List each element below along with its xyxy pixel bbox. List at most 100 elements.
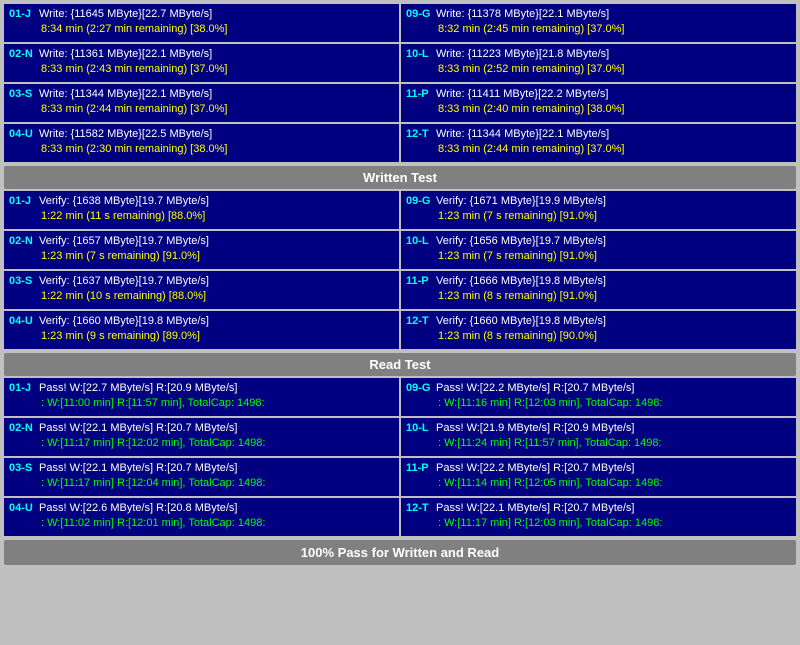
verify-10l: 10-L Verify: {1656 MByte}[19.7 MByte/s] … xyxy=(401,231,796,269)
pass-10l-line1: Pass! W:[21.9 MByte/s] R:[20.9 MByte/s] xyxy=(436,421,634,436)
verify-09g-line2: 1:23 min (7 s remaining) [91.0%] xyxy=(406,209,791,224)
verify-10l-line1: Verify: {1656 MByte}[19.7 MByte/s] xyxy=(436,234,606,249)
verify-03s-line1: Verify: {1637 MByte}[19.7 MByte/s] xyxy=(39,274,209,289)
verify-left-03s: 03-S Verify: {1637 MByte}[19.7 MByte/s] … xyxy=(4,271,399,309)
write-02n-line1: Write: {11361 MByte}[22.1 MByte/s] xyxy=(39,47,212,62)
verify-12t: 12-T Verify: {1660 MByte}[19.8 MByte/s] … xyxy=(401,311,796,349)
write-right-10l: 10-L Write: {11223 MByte}[21.8 MByte/s] … xyxy=(401,44,796,82)
pass-11p: 11-P Pass! W:[22.2 MByte/s] R:[20.7 MByt… xyxy=(401,458,796,496)
pass-left-04u: 04-U Pass! W:[22.6 MByte/s] R:[20.8 MByt… xyxy=(4,498,399,536)
device-p02n-label: 02-N xyxy=(9,421,39,436)
device-02n-label: 02-N xyxy=(9,47,39,62)
write-10l-line2: 8:33 min (2:52 min remaining) [37.0%] xyxy=(406,62,791,77)
write-01j-line2: 8:34 min (2:27 min remaining) [38.0%] xyxy=(9,22,394,37)
pass-02n-line1: Pass! W:[22.1 MByte/s] R:[20.7 MByte/s] xyxy=(39,421,237,436)
pass-left-03s: 03-S Pass! W:[22.1 MByte/s] R:[20.7 MByt… xyxy=(4,458,399,496)
write-04u-line2: 8:33 min (2:30 min remaining) [38.0%] xyxy=(9,142,394,157)
write-01j-line1: Write: {11645 MByte}[22.7 MByte/s] xyxy=(39,7,212,22)
write-04u: 04-U Write: {11582 MByte}[22.5 MByte/s] … xyxy=(4,124,399,162)
write-left-col: 01-J Write: {11645 MByte}[22.7 MByte/s] … xyxy=(4,4,399,42)
verify-10l-line2: 1:23 min (7 s remaining) [91.0%] xyxy=(406,249,791,264)
write-09g: 09-G Write: {11378 MByte}[22.1 MByte/s] … xyxy=(401,4,796,42)
device-04u-label: 04-U xyxy=(9,127,39,142)
pass-03s: 03-S Pass! W:[22.1 MByte/s] R:[20.7 MByt… xyxy=(4,458,399,496)
verify-02n-line2: 1:23 min (7 s remaining) [91.0%] xyxy=(9,249,394,264)
device-v11p-label: 11-P xyxy=(406,274,436,289)
write-11p: 11-P Write: {11411 MByte}[22.2 MByte/s] … xyxy=(401,84,796,122)
write-03s-line1: Write: {11344 MByte}[22.1 MByte/s] xyxy=(39,87,212,102)
verify-04u-line2: 1:23 min (9 s remaining) [89.0%] xyxy=(9,329,394,344)
device-01j-label: 01-J xyxy=(9,7,39,22)
device-p10l-label: 10-L xyxy=(406,421,436,436)
verify-left-01j: 01-J Verify: {1638 MByte}[19.7 MByte/s] … xyxy=(4,191,399,229)
write-02n-line2: 8:33 min (2:43 min remaining) [37.0%] xyxy=(9,62,394,77)
device-v12t-label: 12-T xyxy=(406,314,436,329)
pass-01j-line2: : W:[11:00 min] R:[11:57 min], TotalCap:… xyxy=(9,396,394,411)
pass-09g-line1: Pass! W:[22.2 MByte/s] R:[20.7 MByte/s] xyxy=(436,381,634,396)
pass-grid: 01-J Pass! W:[22.7 MByte/s] R:[20.9 MByt… xyxy=(4,378,796,536)
write-03s-line2: 8:33 min (2:44 min remaining) [37.0%] xyxy=(9,102,394,117)
verify-01j: 01-J Verify: {1638 MByte}[19.7 MByte/s] … xyxy=(4,191,399,229)
write-03s: 03-S Write: {11344 MByte}[22.1 MByte/s] … xyxy=(4,84,399,122)
verify-03s-line2: 1:22 min (10 s remaining) [88.0%] xyxy=(9,289,394,304)
write-10l-line1: Write: {11223 MByte}[21.8 MByte/s] xyxy=(436,47,609,62)
pass-10l: 10-L Pass! W:[21.9 MByte/s] R:[20.9 MByt… xyxy=(401,418,796,456)
pass-04u-line2: : W:[11:02 min] R:[12:01 min], TotalCap:… xyxy=(9,516,394,531)
main-container: 01-J Write: {11645 MByte}[22.7 MByte/s] … xyxy=(0,0,800,569)
write-section: 01-J Write: {11645 MByte}[22.7 MByte/s] … xyxy=(4,4,796,162)
verify-01j-line1: Verify: {1638 MByte}[19.7 MByte/s] xyxy=(39,194,209,209)
pass-right-11p: 11-P Pass! W:[22.2 MByte/s] R:[20.7 MByt… xyxy=(401,458,796,496)
pass-11p-line2: : W:[11:14 min] R:[12:05 min], TotalCap:… xyxy=(406,476,791,491)
pass-10l-line2: : W:[11:24 min] R:[11:57 min], TotalCap:… xyxy=(406,436,791,451)
write-11p-line2: 8:33 min (2:40 min remaining) [38.0%] xyxy=(406,102,791,117)
write-12t: 12-T Write: {11344 MByte}[22.1 MByte/s] … xyxy=(401,124,796,162)
write-11p-line1: Write: {11411 MByte}[22.2 MByte/s] xyxy=(436,87,608,102)
device-p11p-label: 11-P xyxy=(406,461,436,476)
pass-left-02n: 02-N Pass! W:[22.1 MByte/s] R:[20.7 MByt… xyxy=(4,418,399,456)
device-v10l-label: 10-L xyxy=(406,234,436,249)
verify-04u-line1: Verify: {1660 MByte}[19.8 MByte/s] xyxy=(39,314,209,329)
device-v04u-label: 04-U xyxy=(9,314,39,329)
verify-09g-line1: Verify: {1671 MByte}[19.9 MByte/s] xyxy=(436,194,606,209)
device-09g-label: 09-G xyxy=(406,7,436,22)
pass-09g: 09-G Pass! W:[22.2 MByte/s] R:[20.7 MByt… xyxy=(401,378,796,416)
write-09g-line2: 8:32 min (2:45 min remaining) [37.0%] xyxy=(406,22,791,37)
write-01j: 01-J Write: {11645 MByte}[22.7 MByte/s] … xyxy=(4,4,399,42)
verify-left-02n: 02-N Verify: {1657 MByte}[19.7 MByte/s] … xyxy=(4,231,399,269)
device-v09g-label: 09-G xyxy=(406,194,436,209)
pass-11p-line1: Pass! W:[22.2 MByte/s] R:[20.7 MByte/s] xyxy=(436,461,634,476)
verify-section: 01-J Verify: {1638 MByte}[19.7 MByte/s] … xyxy=(4,191,796,349)
device-p03s-label: 03-S xyxy=(9,461,39,476)
verify-11p-line2: 1:23 min (8 s remaining) [91.0%] xyxy=(406,289,791,304)
verify-02n-line1: Verify: {1657 MByte}[19.7 MByte/s] xyxy=(39,234,209,249)
device-v02n-label: 02-N xyxy=(9,234,39,249)
pass-09g-line2: : W:[11:16 min] R:[12:03 min], TotalCap:… xyxy=(406,396,791,411)
write-left-02n: 02-N Write: {11361 MByte}[22.1 MByte/s] … xyxy=(4,44,399,82)
write-left-04u: 04-U Write: {11582 MByte}[22.5 MByte/s] … xyxy=(4,124,399,162)
pass-02n: 02-N Pass! W:[22.1 MByte/s] R:[20.7 MByt… xyxy=(4,418,399,456)
pass-12t-line2: : W:[11:17 min] R:[12:03 min], TotalCap:… xyxy=(406,516,791,531)
write-grid: 01-J Write: {11645 MByte}[22.7 MByte/s] … xyxy=(4,4,796,162)
verify-right-11p: 11-P Verify: {1666 MByte}[19.8 MByte/s] … xyxy=(401,271,796,309)
write-12t-line2: 8:33 min (2:44 min remaining) [37.0%] xyxy=(406,142,791,157)
device-12t-label: 12-T xyxy=(406,127,436,142)
device-03s-label: 03-S xyxy=(9,87,39,102)
device-v03s-label: 03-S xyxy=(9,274,39,289)
write-right-11p: 11-P Write: {11411 MByte}[22.2 MByte/s] … xyxy=(401,84,796,122)
verify-11p: 11-P Verify: {1666 MByte}[19.8 MByte/s] … xyxy=(401,271,796,309)
write-10l: 10-L Write: {11223 MByte}[21.8 MByte/s] … xyxy=(401,44,796,82)
pass-01j: 01-J Pass! W:[22.7 MByte/s] R:[20.9 MByt… xyxy=(4,378,399,416)
device-p09g-label: 09-G xyxy=(406,381,436,396)
write-right-col-09g: 09-G Write: {11378 MByte}[22.1 MByte/s] … xyxy=(401,4,796,42)
write-12t-line1: Write: {11344 MByte}[22.1 MByte/s] xyxy=(436,127,609,142)
verify-12t-line2: 1:23 min (8 s remaining) [90.0%] xyxy=(406,329,791,344)
pass-01j-line1: Pass! W:[22.7 MByte/s] R:[20.9 MByte/s] xyxy=(39,381,237,396)
verify-04u: 04-U Verify: {1660 MByte}[19.8 MByte/s] … xyxy=(4,311,399,349)
verify-09g: 09-G Verify: {1671 MByte}[19.9 MByte/s] … xyxy=(401,191,796,229)
write-09g-line1: Write: {11378 MByte}[22.1 MByte/s] xyxy=(436,7,609,22)
verify-right-10l: 10-L Verify: {1656 MByte}[19.7 MByte/s] … xyxy=(401,231,796,269)
verify-02n: 02-N Verify: {1657 MByte}[19.7 MByte/s] … xyxy=(4,231,399,269)
verify-right-09g: 09-G Verify: {1671 MByte}[19.9 MByte/s] … xyxy=(401,191,796,229)
device-11p-label: 11-P xyxy=(406,87,436,102)
verify-left-04u: 04-U Verify: {1660 MByte}[19.8 MByte/s] … xyxy=(4,311,399,349)
